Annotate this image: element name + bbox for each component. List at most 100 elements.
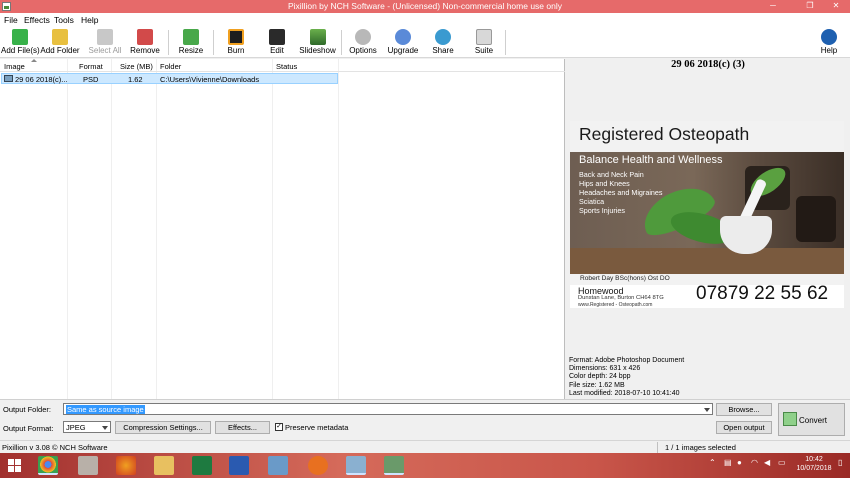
column-divider [111,59,112,399]
add-files-button[interactable]: Add File(s) [1,27,40,58]
options-button[interactable]: Options [348,27,378,58]
output-folder-value: Same as source image [66,405,145,414]
remove-button[interactable]: Remove [129,27,161,58]
menu-help[interactable]: Help [81,15,98,25]
app-icon[interactable] [78,456,98,475]
image-file-icon [4,75,13,82]
status-bar: Pixillion v 3.08 © NCH Software 1 / 1 im… [0,440,850,453]
resize-icon [183,29,199,45]
chevron-up-icon[interactable]: ⌃ [709,458,716,467]
excel-icon[interactable] [192,456,212,475]
upgrade-icon [395,29,411,45]
burn-button[interactable]: Burn [223,27,249,58]
clock-date: 10/07/2018 [796,465,832,472]
app-tray-icon[interactable]: ● [737,458,742,467]
output-folder-label: Output Folder: [3,405,51,414]
column-header-status[interactable]: Status [276,62,297,71]
notifications-icon[interactable]: ▯ [838,458,842,467]
network-icon[interactable]: ▤ [724,458,732,467]
toolbar: Add File(s) Add Folder Select All Remove… [0,27,850,58]
slideshow-button[interactable]: Slideshow [299,27,336,58]
status-divider [657,442,658,453]
chevron-down-icon[interactable] [102,426,108,430]
help-button[interactable]: Help [816,27,842,58]
image-phone: 07879 22 55 62 [696,283,829,304]
column-header-format[interactable]: Format [79,62,103,71]
share-icon [435,29,451,45]
table-row[interactable]: 29 06 2018(c)... PSD 1.62 C:\Users\Vivie… [1,73,338,84]
meta-file-size: File size: 1.62 MB [569,381,625,389]
taskbar: ⌃ ▤ ● ◠ ◀ ▭ 10:42 10/07/2018 ▯ [0,453,850,478]
suite-button[interactable]: Suite [471,27,497,58]
help-icon [821,29,837,45]
file-list[interactable]: Image Format Size (MB) Folder Status 29 … [0,59,565,399]
cell-image: 29 06 2018(c)... [15,75,68,84]
meta-last-modified: Last modified: 2018-07-10 10:41:40 [569,389,680,397]
volume-icon[interactable]: ◀ [764,458,770,467]
window-title: Pixillion by NCH Software - (Unlicensed)… [288,1,562,11]
column-header-folder[interactable]: Folder [160,62,181,71]
menu-bar: File Effects Tools Help [0,13,850,27]
wifi-icon[interactable]: ◠ [751,458,758,467]
menu-effects[interactable]: Effects [24,15,50,25]
app-icon[interactable] [308,456,328,475]
meta-format: Format: Adobe Photoshop Document [569,357,685,364]
add-files-icon [11,29,28,45]
app-icon[interactable] [346,456,366,475]
word-icon[interactable] [229,456,249,475]
image-photo: Balance Health and Wellness Back and Nec… [570,152,844,274]
select-all-icon [97,29,113,45]
toolbar-separator [168,30,169,55]
toolbar-separator [505,30,506,55]
upgrade-button[interactable]: Upgrade [387,27,419,58]
image-item-list: Back and Neck Pain Hips and Knees Headac… [579,170,663,216]
meta-dimensions: Dimensions: 631 x 426 [569,365,641,373]
output-format-select[interactable]: JPEG [63,421,111,433]
chevron-down-icon[interactable] [704,408,710,412]
minimize-button[interactable]: ─ [762,0,784,13]
version-text: Pixillion v 3.08 © NCH Software [2,443,108,452]
resize-button[interactable]: Resize [176,27,206,58]
cell-folder: C:\Users\Vivienne\Downloads [160,75,260,84]
share-button[interactable]: Share [430,27,456,58]
preview-image: Registered Osteopath Balance Health and … [570,121,844,308]
preserve-metadata-label: Preserve metadata [285,423,349,432]
column-header-image[interactable]: Image [4,62,25,71]
add-folder-button[interactable]: Add Folder [40,27,80,58]
title-bar: Pixillion by NCH Software - (Unlicensed)… [0,0,850,13]
file-metadata: Format: Adobe Photoshop Document Dimensi… [569,357,684,398]
image-address: Dunstan Lane, Burton CH64 8TG [578,295,664,301]
chrome-icon[interactable] [38,456,58,475]
file-explorer-icon[interactable] [154,456,174,475]
app-icon[interactable] [116,456,136,475]
browse-button[interactable]: Browse... [716,403,772,416]
language-icon[interactable]: ▭ [778,458,786,467]
effects-button[interactable]: Effects... [215,421,270,434]
output-folder-field[interactable]: Same as source image [63,403,713,415]
meta-color-depth: Color depth: 24 bpp [569,373,631,381]
convert-label: Convert [799,416,828,425]
maximize-button[interactable]: ❐ [799,0,821,13]
file-list-header: Image Format Size (MB) Folder Status [0,59,565,72]
clock[interactable]: 10:42 10/07/2018 [796,455,832,473]
preview-title: 29 06 2018(c) (3) [671,59,745,70]
output-format-value: JPEG [66,423,86,432]
preserve-metadata-checkbox[interactable]: ✓ [275,423,283,431]
app-icon[interactable] [268,456,288,475]
select-all-button[interactable]: Select All [88,27,122,58]
edit-button[interactable]: Edit [264,27,290,58]
convert-button[interactable]: Convert [778,403,845,436]
menu-file[interactable]: File [4,15,18,25]
menu-tools[interactable]: Tools [54,15,74,25]
jar-shape [796,196,836,242]
column-header-size[interactable]: Size (MB) [120,62,153,71]
preview-pane: 29 06 2018(c) (3) Registered Osteopath B… [566,59,850,399]
windows-start-icon[interactable] [6,456,24,475]
pixillion-taskbar-icon[interactable] [384,456,404,475]
close-button[interactable]: ✕ [825,0,847,13]
column-divider [338,59,339,399]
open-output-button[interactable]: Open output [716,421,772,434]
column-divider [67,59,68,399]
column-divider [272,59,273,399]
compression-settings-button[interactable]: Compression Settings... [115,421,211,434]
